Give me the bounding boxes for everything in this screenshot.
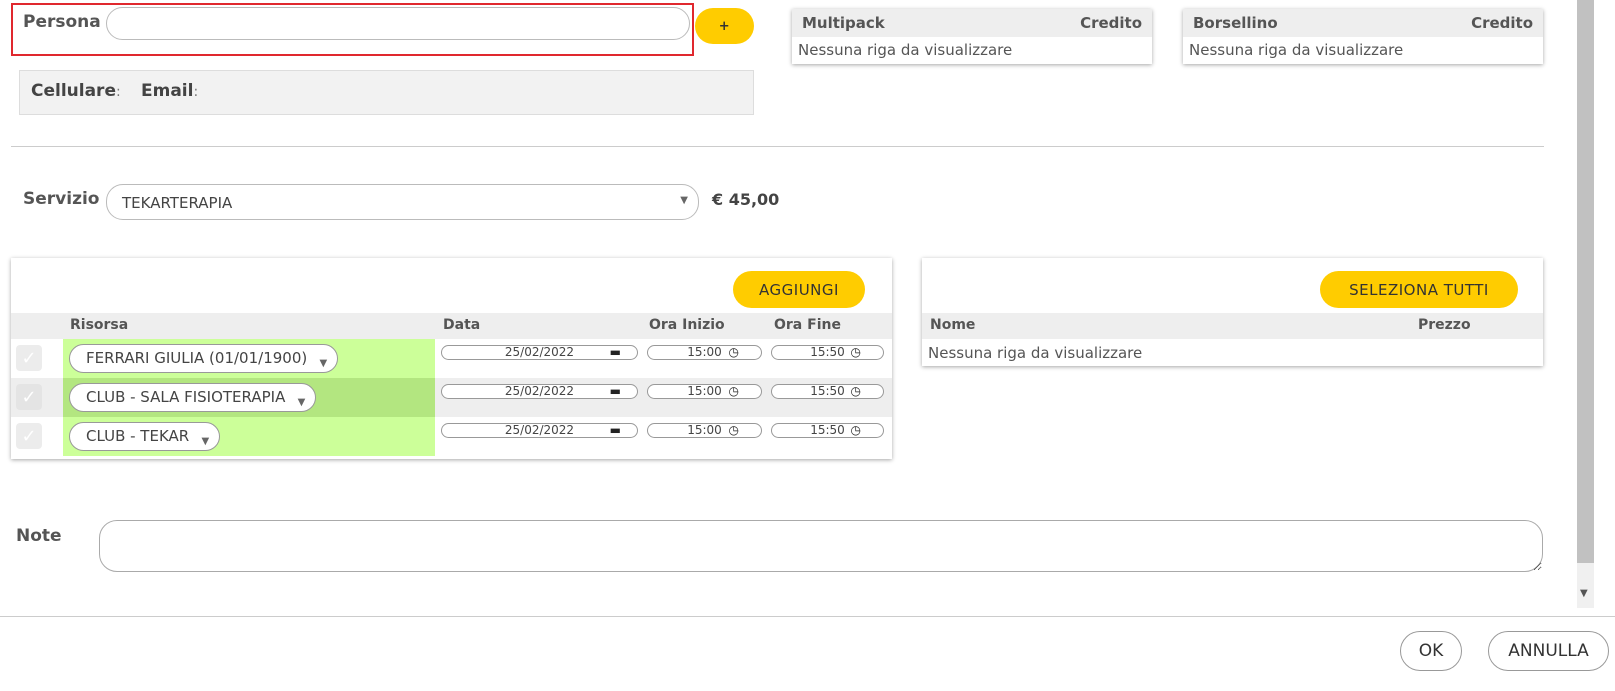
end-time-value: 15:50 [810, 384, 845, 398]
end-time-input[interactable]: 15:50 ◷ [771, 345, 884, 360]
col-risorsa: Risorsa [70, 317, 129, 333]
calendar-icon[interactable]: ▬ [610, 346, 621, 359]
borsellino-table: Borsellino Credito Nessuna riga da visua… [1183, 9, 1543, 64]
row-checkbox[interactable]: ✓ [16, 345, 42, 371]
note-label: Note [16, 526, 62, 546]
cancel-button[interactable]: ANNULLA [1488, 631, 1609, 671]
chevron-down-icon: ▼ [319, 358, 328, 369]
calendar-icon[interactable]: ▬ [610, 385, 621, 398]
resource-cell: FERRARI GIULIA (01/01/1900) ▼ [63, 339, 435, 378]
resource-select[interactable]: CLUB - SALA FISIOTERAPIA ▼ [69, 383, 317, 412]
products-panel: SELEZIONA TUTTI Nome Prezzo Nessuna riga… [922, 258, 1543, 366]
borsellino-header: Borsellino Credito [1183, 9, 1543, 37]
calendar-icon[interactable]: ▬ [610, 424, 621, 437]
seleziona-tutti-button[interactable]: SELEZIONA TUTTI [1320, 271, 1518, 308]
resource-row: ✓ FERRARI GIULIA (01/01/1900) ▼ 25/02/20… [11, 339, 892, 378]
resources-header: Risorsa Data Ora Inizio Ora Fine [11, 313, 892, 339]
clock-icon[interactable]: ◷ [729, 385, 739, 398]
multipack-col-name: Multipack [802, 14, 885, 32]
date-input[interactable]: 25/02/2022 ▬ [441, 345, 638, 360]
resource-row: ✓ CLUB - SALA FISIOTERAPIA ▼ 25/02/2022 … [11, 378, 892, 417]
email-label: Email: [141, 81, 199, 101]
multipack-col-credit: Credito [1080, 14, 1142, 32]
scroll-down-arrow-icon[interactable]: ▼ [1580, 588, 1588, 599]
end-time-value: 15:50 [810, 423, 845, 437]
start-time-value: 15:00 [687, 423, 722, 437]
multipack-empty: Nessuna riga da visualizzare [798, 41, 1013, 59]
resource-cell: CLUB - SALA FISIOTERAPIA ▼ [63, 378, 435, 417]
aggiungi-button[interactable]: AGGIUNGI [733, 271, 865, 308]
row-checkbox[interactable]: ✓ [16, 384, 42, 410]
date-value: 25/02/2022 [504, 345, 575, 359]
row-checkbox[interactable]: ✓ [16, 423, 42, 449]
date-value: 25/02/2022 [504, 423, 575, 437]
end-time-input[interactable]: 15:50 ◷ [771, 423, 884, 438]
col-prezzo: Prezzo [1418, 317, 1471, 333]
resource-value: CLUB - SALA FISIOTERAPIA [86, 388, 286, 406]
resource-select[interactable]: CLUB - TEKAR ▼ [69, 422, 221, 451]
chevron-down-icon: ▼ [297, 397, 306, 408]
clock-icon[interactable]: ◷ [851, 424, 861, 437]
start-time-value: 15:00 [687, 384, 722, 398]
persona-input[interactable] [106, 7, 690, 40]
servizio-select[interactable]: TEKARTERAPIA ▼ [106, 184, 699, 220]
resource-value: FERRARI GIULIA (01/01/1900) [86, 349, 308, 367]
start-time-input[interactable]: 15:00 ◷ [647, 423, 762, 438]
date-input[interactable]: 25/02/2022 ▬ [441, 384, 638, 399]
col-ora-fine: Ora Fine [774, 317, 841, 333]
col-nome: Nome [930, 317, 976, 333]
resource-select[interactable]: FERRARI GIULIA (01/01/1900) ▼ [69, 344, 339, 373]
servizio-value: TEKARTERAPIA [122, 194, 233, 212]
contact-box: Cellulare: Email: [19, 70, 754, 115]
col-data: Data [443, 317, 481, 333]
products-empty: Nessuna riga da visualizzare [928, 344, 1143, 362]
start-time-input[interactable]: 15:00 ◷ [647, 384, 762, 399]
resources-panel: AGGIUNGI Risorsa Data Ora Inizio Ora Fin… [11, 258, 892, 459]
scrollbar-thumb[interactable] [1577, 0, 1594, 563]
note-textarea[interactable] [99, 520, 1543, 572]
servizio-price: € 45,00 [712, 190, 780, 209]
footer-divider [0, 616, 1615, 617]
chevron-down-icon: ▼ [680, 195, 688, 206]
borsellino-col-credit: Credito [1471, 14, 1533, 32]
cellulare-label: Cellulare: [31, 81, 121, 101]
borsellino-col-name: Borsellino [1193, 14, 1278, 32]
clock-icon[interactable]: ◷ [729, 346, 739, 359]
servizio-label: Servizio [23, 189, 100, 209]
resource-row: ✓ CLUB - TEKAR ▼ 25/02/2022 ▬ 15:00 ◷ 15… [11, 417, 892, 456]
date-input[interactable]: 25/02/2022 ▬ [441, 423, 638, 438]
clock-icon[interactable]: ◷ [729, 424, 739, 437]
products-header: Nome Prezzo [922, 313, 1543, 339]
clock-icon[interactable]: ◷ [851, 346, 861, 359]
col-ora-inizio: Ora Inizio [649, 317, 725, 333]
borsellino-empty: Nessuna riga da visualizzare [1189, 41, 1404, 59]
end-time-input[interactable]: 15:50 ◷ [771, 384, 884, 399]
persona-label: Persona [23, 12, 101, 32]
add-persona-button[interactable]: + [695, 8, 754, 44]
start-time-value: 15:00 [687, 345, 722, 359]
date-value: 25/02/2022 [504, 384, 575, 398]
resource-value: CLUB - TEKAR [86, 427, 190, 445]
end-time-value: 15:50 [810, 345, 845, 359]
section-divider [11, 146, 1544, 147]
ok-button[interactable]: OK [1400, 631, 1462, 671]
chevron-down-icon: ▼ [201, 436, 210, 447]
multipack-table: Multipack Credito Nessuna riga da visual… [792, 9, 1152, 64]
multipack-header: Multipack Credito [792, 9, 1152, 37]
vertical-scrollbar[interactable]: ▼ [1577, 0, 1594, 608]
start-time-input[interactable]: 15:00 ◷ [647, 345, 762, 360]
resource-cell: CLUB - TEKAR ▼ [63, 417, 435, 456]
clock-icon[interactable]: ◷ [851, 385, 861, 398]
